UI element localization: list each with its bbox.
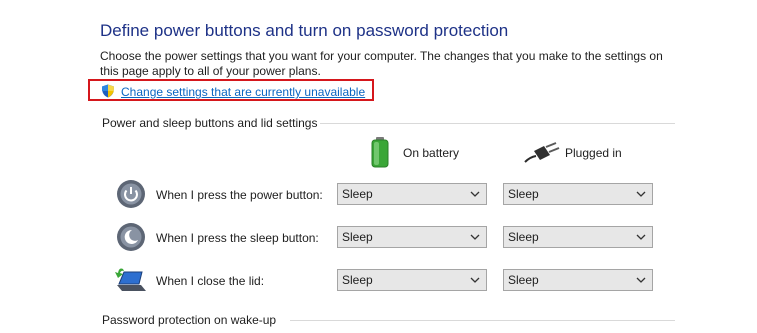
sleep-button-battery-select[interactable]: Sleep: [337, 226, 487, 248]
close-lid-battery-select[interactable]: Sleep: [337, 269, 487, 291]
page-title: Define power buttons and turn on passwor…: [100, 21, 509, 40]
chevron-down-icon: [636, 277, 646, 283]
sleep-button-icon: [117, 223, 145, 251]
select-value: Sleep: [508, 187, 539, 201]
chevron-down-icon: [470, 234, 480, 240]
page-description: Choose the power settings that you want …: [100, 49, 663, 78]
power-button-icon: [117, 180, 145, 208]
section-heading-buttons: Power and sleep buttons and lid settings: [102, 116, 318, 130]
row-label-sleep-button: When I press the sleep button:: [156, 231, 319, 245]
uac-shield-icon: [102, 84, 114, 98]
section-heading-password: Password protection on wake-up: [102, 313, 277, 327]
select-value: Sleep: [342, 273, 373, 287]
row-label-power-button: When I press the power button:: [156, 188, 323, 202]
select-value: Sleep: [342, 230, 373, 244]
chevron-down-icon: [636, 191, 646, 197]
select-value: Sleep: [508, 230, 539, 244]
row-label-close-lid: When I close the lid:: [156, 274, 265, 288]
select-value: Sleep: [508, 273, 539, 287]
section-divider: [290, 320, 675, 321]
laptop-lid-icon: [115, 268, 146, 291]
close-lid-plugged-select[interactable]: Sleep: [503, 269, 653, 291]
power-button-plugged-select[interactable]: Sleep: [503, 183, 653, 205]
chevron-down-icon: [470, 191, 480, 197]
power-plug-icon: [524, 142, 560, 163]
chevron-down-icon: [470, 277, 480, 283]
battery-icon: [371, 137, 389, 168]
column-plugged-in: Plugged in: [565, 146, 622, 160]
sleep-button-plugged-select[interactable]: Sleep: [503, 226, 653, 248]
column-on-battery: On battery: [403, 146, 460, 160]
power-button-battery-select[interactable]: Sleep: [337, 183, 487, 205]
section-divider: [320, 123, 675, 124]
select-value: Sleep: [342, 187, 373, 201]
chevron-down-icon: [636, 234, 646, 240]
change-settings-link[interactable]: Change settings that are currently unava…: [121, 85, 365, 99]
